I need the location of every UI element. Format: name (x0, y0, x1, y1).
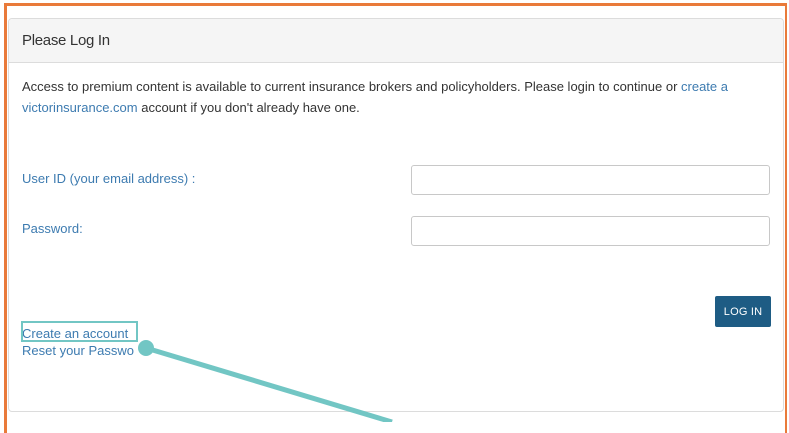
user-id-input[interactable] (411, 165, 770, 195)
annotation-highlight-box (21, 321, 138, 342)
login-button[interactable]: LOG IN (715, 296, 771, 327)
intro-text-suffix: account if you don't already have one. (137, 100, 360, 115)
intro-text: Access to premium content is available t… (22, 76, 772, 118)
user-id-label: User ID (your email address) : (22, 171, 196, 186)
intro-text-body: Access to premium content is available t… (22, 79, 682, 94)
panel-title: Please Log In (9, 19, 783, 63)
password-input[interactable] (411, 216, 770, 246)
reset-password-link[interactable]: Reset your Passwo (22, 343, 134, 358)
password-label: Password: (22, 221, 83, 236)
login-panel: Please Log In Access to premium content … (8, 18, 784, 412)
